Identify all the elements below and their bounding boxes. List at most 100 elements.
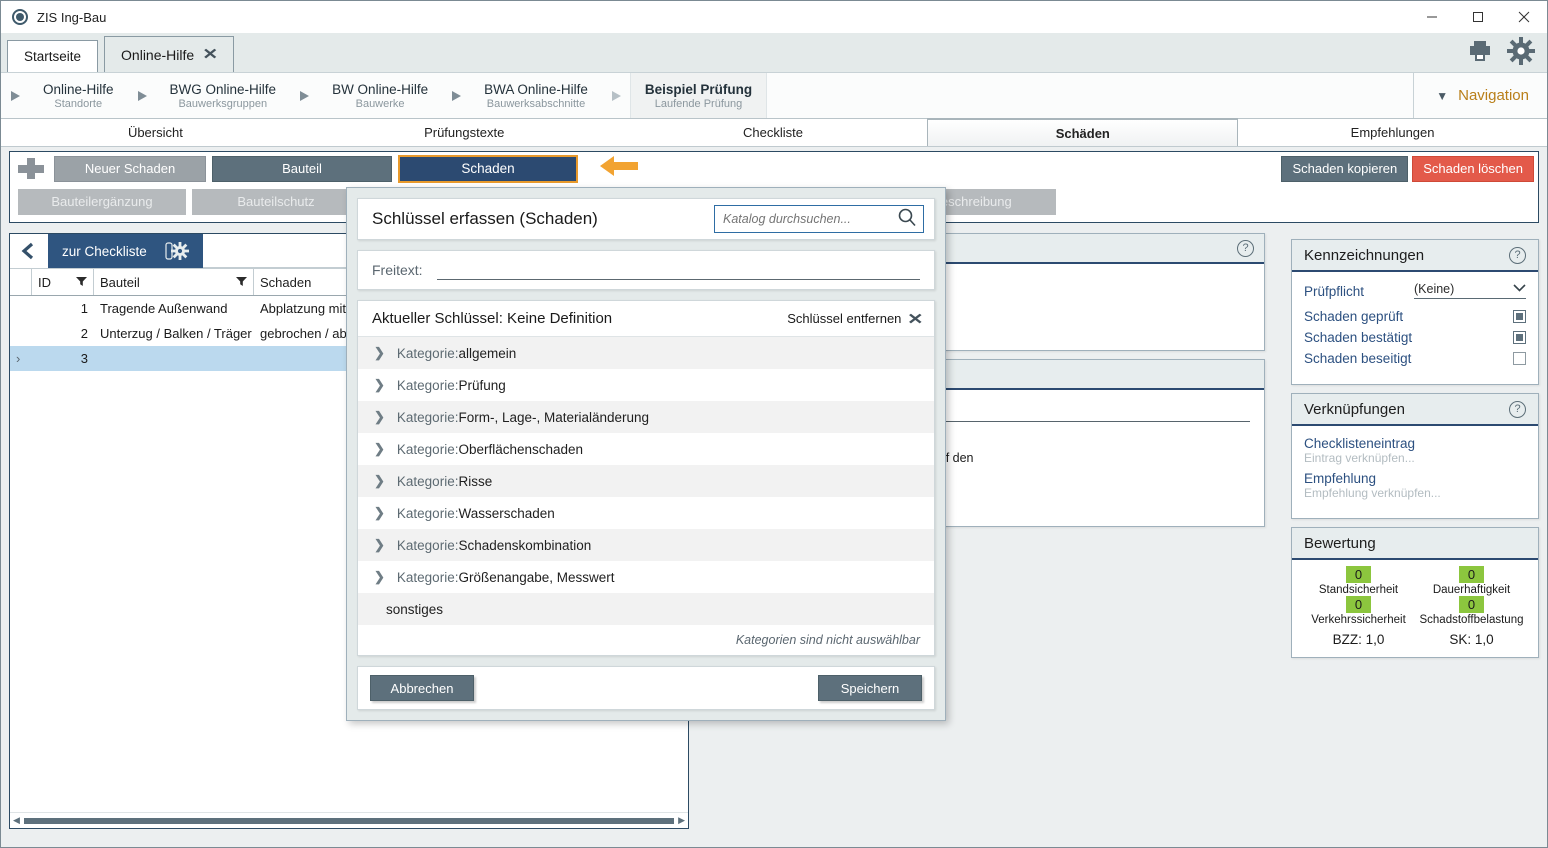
tab-schaeden[interactable]: Schäden <box>927 119 1239 146</box>
help-icon[interactable]: ? <box>1237 239 1254 257</box>
search-input[interactable] <box>723 212 897 226</box>
tab-checkliste[interactable]: Checkliste <box>618 119 928 146</box>
chevron-right-icon[interactable]: ❯ <box>374 569 385 585</box>
filter-icon[interactable] <box>236 275 247 290</box>
schaden-button[interactable]: Schaden <box>398 154 578 183</box>
freitext-input[interactable] <box>436 260 920 281</box>
bauteilergaenzung-button[interactable]: Bauteilergänzung <box>18 188 186 215</box>
tab-uebersicht[interactable]: Übersicht <box>1 119 310 146</box>
back-chevron-icon[interactable] <box>10 234 48 268</box>
category-row-wasserschaden[interactable]: ❯ Kategorie: Wasserschaden <box>358 497 934 529</box>
category-row-groessenangabe[interactable]: ❯ Kategorie: Größenangabe, Messwert <box>358 561 934 593</box>
close-icon[interactable] <box>1501 1 1547 33</box>
save-button[interactable]: Speichern <box>818 675 922 702</box>
bauteilschutz-button[interactable]: Bauteilschutz <box>192 188 360 215</box>
category-row-sonstiges[interactable]: sonstiges <box>358 593 934 626</box>
category-row-oberflaechenschaden[interactable]: ❯ Kategorie: Oberflächenschaden <box>358 433 934 465</box>
minimize-icon[interactable] <box>1409 1 1455 33</box>
cell-id: 2 <box>80 326 88 341</box>
panel-verknuepfungen-header: Verknüpfungen ? <box>1292 394 1538 426</box>
help-icon[interactable]: ? <box>1509 246 1526 264</box>
checkbox-row-geprueft[interactable]: Schaden geprüft <box>1304 309 1526 324</box>
col-bauteil-label: Bauteil <box>100 274 140 290</box>
col-id[interactable]: ID <box>32 269 94 295</box>
category-row-risse[interactable]: ❯ Kategorie: Risse <box>358 465 934 498</box>
remove-key-label[interactable]: Schlüssel entfernen <box>787 311 901 326</box>
scroll-right-arrow-icon[interactable]: ▶ <box>678 815 685 826</box>
copy-damage-button[interactable]: Schaden kopieren <box>1281 155 1409 182</box>
gear-icon[interactable] <box>1507 37 1535 70</box>
new-damage-button[interactable]: Neuer Schaden <box>54 155 206 182</box>
close-x-icon[interactable]: ✕ <box>908 310 924 328</box>
category-row-pruefung[interactable]: ❯ Kategorie: Prüfung <box>358 369 934 401</box>
application-window: ZIS Ing-Bau Startseite Online-Hilfe ✕ On… <box>0 0 1548 848</box>
breadcrumb-item-bwa[interactable]: BWA Online-Hilfe Bauwerksabschnitte <box>470 73 602 118</box>
breadcrumb-sub: Bauwerke <box>355 97 405 110</box>
cell-bauteil: Unterzug / Balken / Träger <box>100 326 252 341</box>
grid-settings-button[interactable] <box>160 234 203 268</box>
search-icon[interactable] <box>897 207 917 232</box>
filter-icon[interactable] <box>76 275 87 290</box>
link-checklisteneintrag-sub[interactable]: Eintrag verknüpfen... <box>1304 451 1526 465</box>
category-row-schadenskombination[interactable]: ❯ Kategorie: Schadenskombination <box>358 529 934 562</box>
checkbox-row-bestaetigt[interactable]: Schaden bestätigt <box>1304 330 1526 345</box>
tab-startseite[interactable]: Startseite <box>7 40 99 72</box>
link-checklisteneintrag[interactable]: Checklisteneintrag <box>1304 436 1526 451</box>
zur-checkliste-button[interactable]: zur Checkliste <box>48 234 161 268</box>
title-bar-tools <box>1467 37 1535 70</box>
help-icon[interactable]: ? <box>1509 400 1526 418</box>
category-note: Kategorien sind nicht auswählbar <box>735 633 920 648</box>
catalog-search-box[interactable] <box>714 205 924 233</box>
category-label: Kategorie: <box>396 473 459 489</box>
plus-icon[interactable] <box>14 155 48 182</box>
ratings-grid: 0 Standsicherheit 0 Dauerhaftigkeit 0 Ve… <box>1302 566 1528 647</box>
print-icon[interactable] <box>1467 38 1493 69</box>
cancel-button[interactable]: Abbrechen <box>370 675 474 702</box>
tab-label: Online-Hilfe <box>121 46 195 63</box>
category-row-allgemein[interactable]: ❯ Kategorie: allgemein <box>358 337 934 370</box>
breadcrumb-item-beispiel-pruefung[interactable]: Beispiel Prüfung Laufende Prüfung <box>629 73 768 118</box>
category-row-form-lage-material[interactable]: ❯ Kategorie: Form-, Lage-, Materialänder… <box>358 401 934 434</box>
tab-empfehlungen[interactable]: Empfehlungen <box>1238 119 1547 146</box>
chevron-right-icon[interactable]: ❯ <box>374 537 385 553</box>
breadcrumb-item-online-hilfe[interactable]: Online-Hilfe Standorte <box>29 73 128 118</box>
chevron-right-icon[interactable]: ❯ <box>374 377 385 393</box>
window-controls <box>1409 1 1547 33</box>
chevron-right-icon[interactable]: ❯ <box>374 505 385 521</box>
rating-verkehrssicherheit: 0 Verkehrssicherheit <box>1302 596 1415 626</box>
chevron-right-icon[interactable]: ❯ <box>374 441 385 457</box>
maximize-icon[interactable] <box>1455 1 1501 33</box>
chevron-down-icon <box>1513 283 1526 295</box>
link-empfehlung-sub[interactable]: Empfehlung verknüpfen... <box>1304 486 1526 500</box>
scrollbar-thumb[interactable] <box>23 817 675 824</box>
checkbox-row-beseitigt[interactable]: Schaden beseitigt <box>1304 351 1526 366</box>
tab-online-hilfe[interactable]: Online-Hilfe ✕ <box>104 36 234 72</box>
bauteil-button[interactable]: Bauteil <box>212 155 392 182</box>
horizontal-scrollbar[interactable]: ◀ ▶ <box>10 812 688 828</box>
link-empfehlung[interactable]: Empfehlung <box>1304 471 1526 486</box>
breadcrumb-sub: Standorte <box>54 97 103 110</box>
checkbox-schaden-bestaetigt[interactable] <box>1513 331 1526 344</box>
navigation-button[interactable]: ▼ Navigation <box>1413 73 1547 118</box>
chevron-right-icon[interactable]: ❯ <box>374 473 385 489</box>
chevron-right-icon[interactable]: ❯ <box>374 409 385 425</box>
pruefpflicht-select[interactable]: (Keine) <box>1414 282 1526 299</box>
scroll-left-arrow-icon[interactable]: ◀ <box>13 815 20 826</box>
current-key-row: Aktueller Schlüssel: Keine Definition Sc… <box>358 301 934 338</box>
col-bauteil[interactable]: Bauteil <box>94 269 254 295</box>
rating-dauerhaftigkeit: 0 Dauerhaftigkeit <box>1415 566 1528 596</box>
freitext-row: Freitext: <box>357 250 935 291</box>
pruefpflicht-label: Prüfpflicht <box>1304 284 1365 299</box>
breadcrumb-item-bwg[interactable]: BWG Online-Hilfe Bauwerksgruppen <box>156 73 291 118</box>
chevron-right-icon[interactable]: ❯ <box>374 345 385 361</box>
delete-damage-button[interactable]: Schaden löschen <box>1412 155 1534 182</box>
tab-pruefungstexte[interactable]: Prüfungstexte <box>309 119 619 146</box>
breadcrumb-main: Online-Hilfe <box>43 81 114 97</box>
checkbox-schaden-geprueft[interactable] <box>1513 310 1526 323</box>
close-icon[interactable]: ✕ <box>203 47 219 62</box>
checkbox-label: Schaden bestätigt <box>1304 330 1413 345</box>
category-label: Kategorie: <box>396 569 459 585</box>
breadcrumb-item-bw[interactable]: BW Online-Hilfe Bauwerke <box>318 73 442 118</box>
checkbox-schaden-beseitigt[interactable] <box>1513 352 1526 365</box>
window-title: ZIS Ing-Bau <box>37 9 107 25</box>
